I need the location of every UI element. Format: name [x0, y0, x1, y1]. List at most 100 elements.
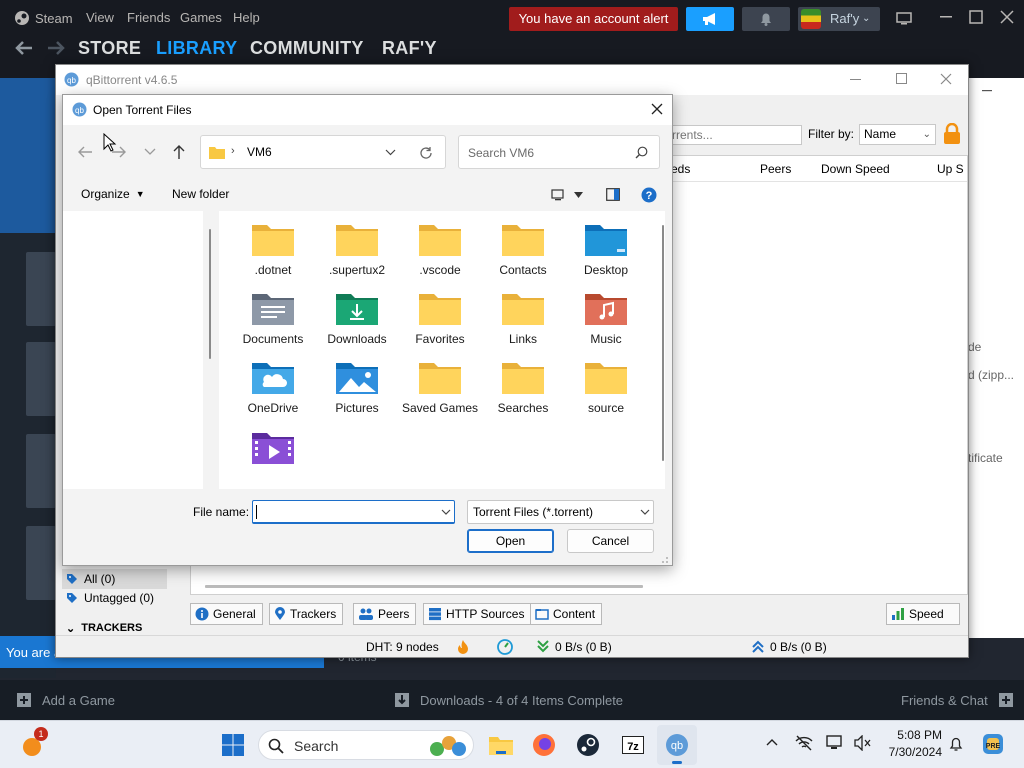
breadcrumb[interactable]: VM6	[247, 145, 272, 159]
game-thumbnail[interactable]	[26, 342, 56, 416]
game-thumbnail[interactable]	[26, 252, 56, 326]
steam-menu-help[interactable]: Help	[233, 10, 260, 25]
file-list-scrollbar[interactable]	[662, 225, 664, 461]
address-bar[interactable]: › VM6	[200, 135, 446, 169]
file-type-select[interactable]: Torrent Files (*.torrent)	[467, 500, 654, 524]
torrent-filter-input[interactable]: rrents...	[669, 125, 802, 145]
column-header[interactable]: Down Speed	[821, 162, 890, 176]
tab-speed[interactable]: Speed	[886, 603, 960, 625]
close-icon[interactable]	[940, 73, 952, 85]
taskbar-file-explorer[interactable]	[487, 731, 515, 759]
add-game-button[interactable]: Add a Game	[16, 692, 115, 708]
chevron-down-icon[interactable]	[385, 149, 396, 156]
taskbar-qbittorrent[interactable]: qb	[657, 725, 697, 765]
navigation-pane-scrollbar[interactable]	[209, 229, 211, 359]
back-arrow-icon[interactable]	[14, 40, 34, 56]
game-thumbnail[interactable]	[26, 526, 56, 600]
file-item[interactable]: OneDrive	[233, 359, 313, 416]
maximize-icon[interactable]	[896, 73, 907, 84]
sidebar-item-untagged[interactable]: Untagged (0)	[66, 591, 154, 605]
tab-peers[interactable]: Peers	[353, 603, 417, 625]
minimize-icon[interactable]	[940, 16, 952, 19]
organize-button[interactable]: Organize ▼	[81, 187, 145, 201]
steam-menu-games[interactable]: Games	[180, 10, 222, 25]
cancel-button[interactable]: Cancel	[567, 529, 654, 553]
file-item[interactable]: Saved Games	[400, 359, 480, 416]
file-item[interactable]: Links	[483, 290, 563, 347]
column-header[interactable]: Up S	[937, 162, 964, 176]
close-icon[interactable]	[1000, 10, 1014, 24]
file-item[interactable]: .supertux2	[317, 221, 397, 278]
file-item[interactable]: Searches	[483, 359, 563, 416]
game-thumbnail[interactable]	[26, 434, 56, 508]
open-button[interactable]: Open	[467, 529, 554, 553]
tab-library[interactable]: LIBRARY	[156, 38, 237, 59]
column-header[interactable]: Peers	[760, 162, 791, 176]
forward-arrow-icon[interactable]	[46, 40, 66, 56]
refresh-icon[interactable]	[419, 146, 433, 160]
tab-content[interactable]: Content	[530, 603, 603, 625]
taskbar-steam[interactable]	[574, 731, 602, 759]
steam-menu-view[interactable]: View	[86, 10, 114, 25]
steam-menu-steam[interactable]: Steam	[14, 10, 73, 26]
tab-profile[interactable]: RAF'Y	[382, 38, 437, 59]
file-item[interactable]: Favorites	[400, 290, 480, 347]
big-picture-icon[interactable]	[896, 10, 912, 26]
lock-icon[interactable]	[942, 123, 964, 147]
file-item[interactable]: Documents	[233, 290, 313, 347]
file-item[interactable]: source	[566, 359, 646, 416]
downloads-status[interactable]: Downloads - 4 of 4 Items Complete	[394, 692, 623, 708]
steam-notice-banner[interactable]: You are a	[0, 636, 56, 668]
new-folder-button[interactable]: New folder	[172, 187, 229, 201]
horizontal-scrollbar[interactable]	[205, 585, 643, 588]
display-icon[interactable]	[826, 735, 844, 751]
steam-menu-friends[interactable]: Friends	[127, 10, 170, 25]
minimize-icon[interactable]	[850, 79, 861, 81]
chevron-down-icon[interactable]	[441, 509, 451, 515]
caret-down-icon[interactable]	[574, 192, 583, 198]
notifications-button[interactable]	[742, 7, 790, 31]
taskbar-firefox[interactable]	[530, 731, 558, 759]
taskbar-7zip[interactable]: 7z	[619, 731, 647, 759]
minimize-icon[interactable]	[982, 90, 992, 92]
close-icon[interactable]	[651, 103, 663, 115]
announcements-button[interactable]	[686, 7, 734, 31]
file-item[interactable]	[233, 429, 313, 471]
file-list-view[interactable]: .dotnet .supertux2 .vscode Contacts Desktop D…	[219, 211, 665, 489]
back-arrow-icon[interactable]	[77, 145, 93, 159]
file-item[interactable]: .dotnet	[233, 221, 313, 278]
tab-community[interactable]: COMMUNITY	[250, 38, 364, 59]
tab-http-sources[interactable]: HTTP Sources	[423, 603, 532, 625]
help-icon[interactable]: ?	[641, 187, 657, 203]
file-item[interactable]: Contacts	[483, 221, 563, 278]
sidebar-item-all[interactable]: All (0)	[62, 569, 167, 589]
chevron-up-icon[interactable]	[766, 738, 778, 746]
maximize-icon[interactable]	[969, 10, 983, 24]
tab-general[interactable]: General	[190, 603, 263, 625]
speed-limit-icon[interactable]	[497, 639, 513, 655]
up-arrow-icon[interactable]	[172, 144, 186, 160]
account-alert-button[interactable]: You have an account alert	[509, 7, 678, 31]
volume-muted-icon[interactable]	[853, 735, 871, 751]
tab-trackers[interactable]: Trackers	[269, 603, 344, 625]
file-name-input[interactable]	[252, 500, 455, 524]
network-icon[interactable]	[795, 735, 813, 751]
clock-time[interactable]: 5:08 PM	[888, 728, 942, 742]
sidebar-section-trackers[interactable]: ⌄ TRACKERS	[66, 622, 142, 632]
file-item[interactable]: Downloads	[317, 290, 397, 347]
notification-bell-icon[interactable]	[948, 735, 964, 753]
chevron-down-icon[interactable]	[144, 148, 156, 156]
preview-pane-icon[interactable]	[606, 188, 620, 201]
copilot-icon[interactable]: PRE	[981, 732, 1005, 756]
start-button[interactable]	[219, 731, 247, 759]
search-input[interactable]: Search VM6	[458, 135, 660, 169]
column-header[interactable]: eds	[671, 162, 690, 176]
taskbar-search[interactable]: Search	[258, 730, 474, 760]
file-item[interactable]: Music	[566, 290, 646, 347]
file-item[interactable]: .vscode	[400, 221, 480, 278]
view-options-icon[interactable]	[551, 189, 565, 201]
user-menu-button[interactable]: Raf'y ⌄	[798, 7, 880, 31]
friends-chat-button[interactable]: Friends & Chat	[901, 692, 1014, 708]
clock-date[interactable]: 7/30/2024	[884, 745, 942, 759]
weather-widget[interactable]: 1	[18, 727, 48, 759]
